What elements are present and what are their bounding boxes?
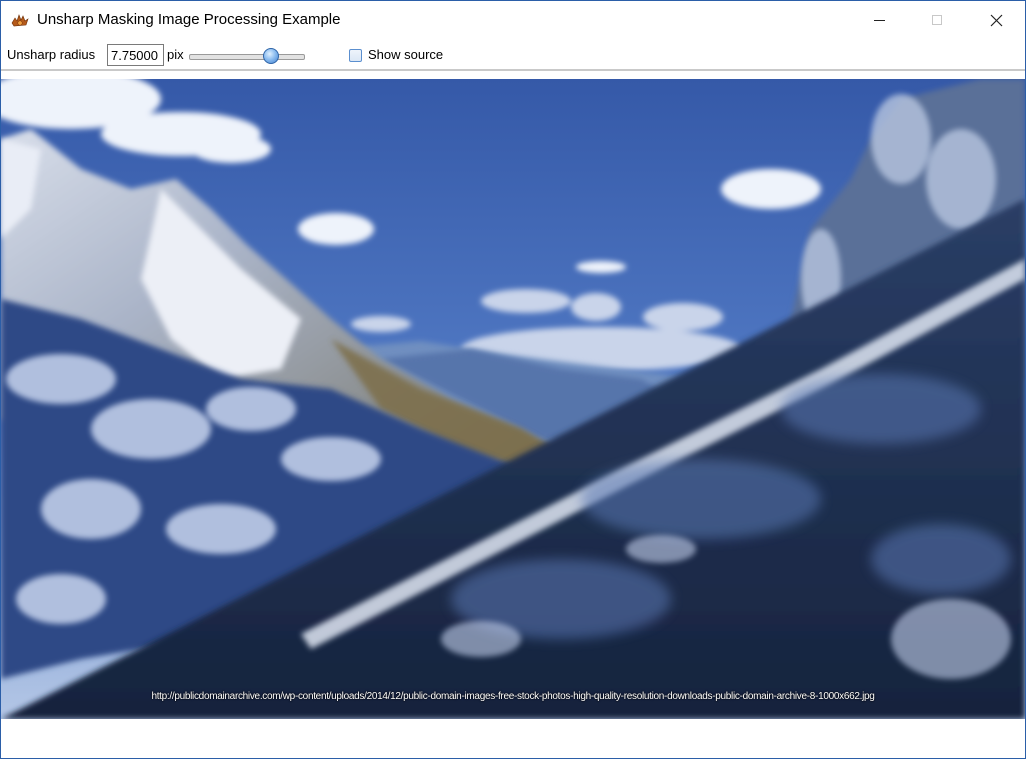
minimize-button[interactable] [850,1,908,39]
mountain-image [1,79,1025,719]
maximize-icon [932,15,942,25]
toolbar-separator [1,69,1025,71]
radius-slider[interactable] [187,47,307,65]
toolbar: Unsharp radius pix Show source [1,39,1025,69]
slider-thumb[interactable] [263,48,280,64]
show-source-label[interactable]: Show source [368,47,443,62]
window-title: Unsharp Masking Image Processing Example [37,11,341,28]
close-button[interactable] [967,1,1025,39]
slider-track[interactable] [189,54,305,60]
image-source-caption: http://publicdomainarchive.com/wp-conten… [151,691,875,702]
app-window: Unsharp Masking Image Processing Example… [0,0,1026,759]
minimize-icon [873,19,885,21]
gear-flame-icon [11,14,29,27]
title-bar[interactable]: Unsharp Masking Image Processing Example [1,1,1025,39]
close-icon [990,14,1002,26]
radius-label: Unsharp radius [7,47,96,62]
processed-image: http://publicdomainarchive.com/wp-conten… [1,79,1025,719]
radius-input[interactable] [107,44,164,66]
maximize-button[interactable] [908,1,966,39]
unit-label: pix [167,47,184,62]
show-source-checkbox[interactable] [349,49,362,62]
